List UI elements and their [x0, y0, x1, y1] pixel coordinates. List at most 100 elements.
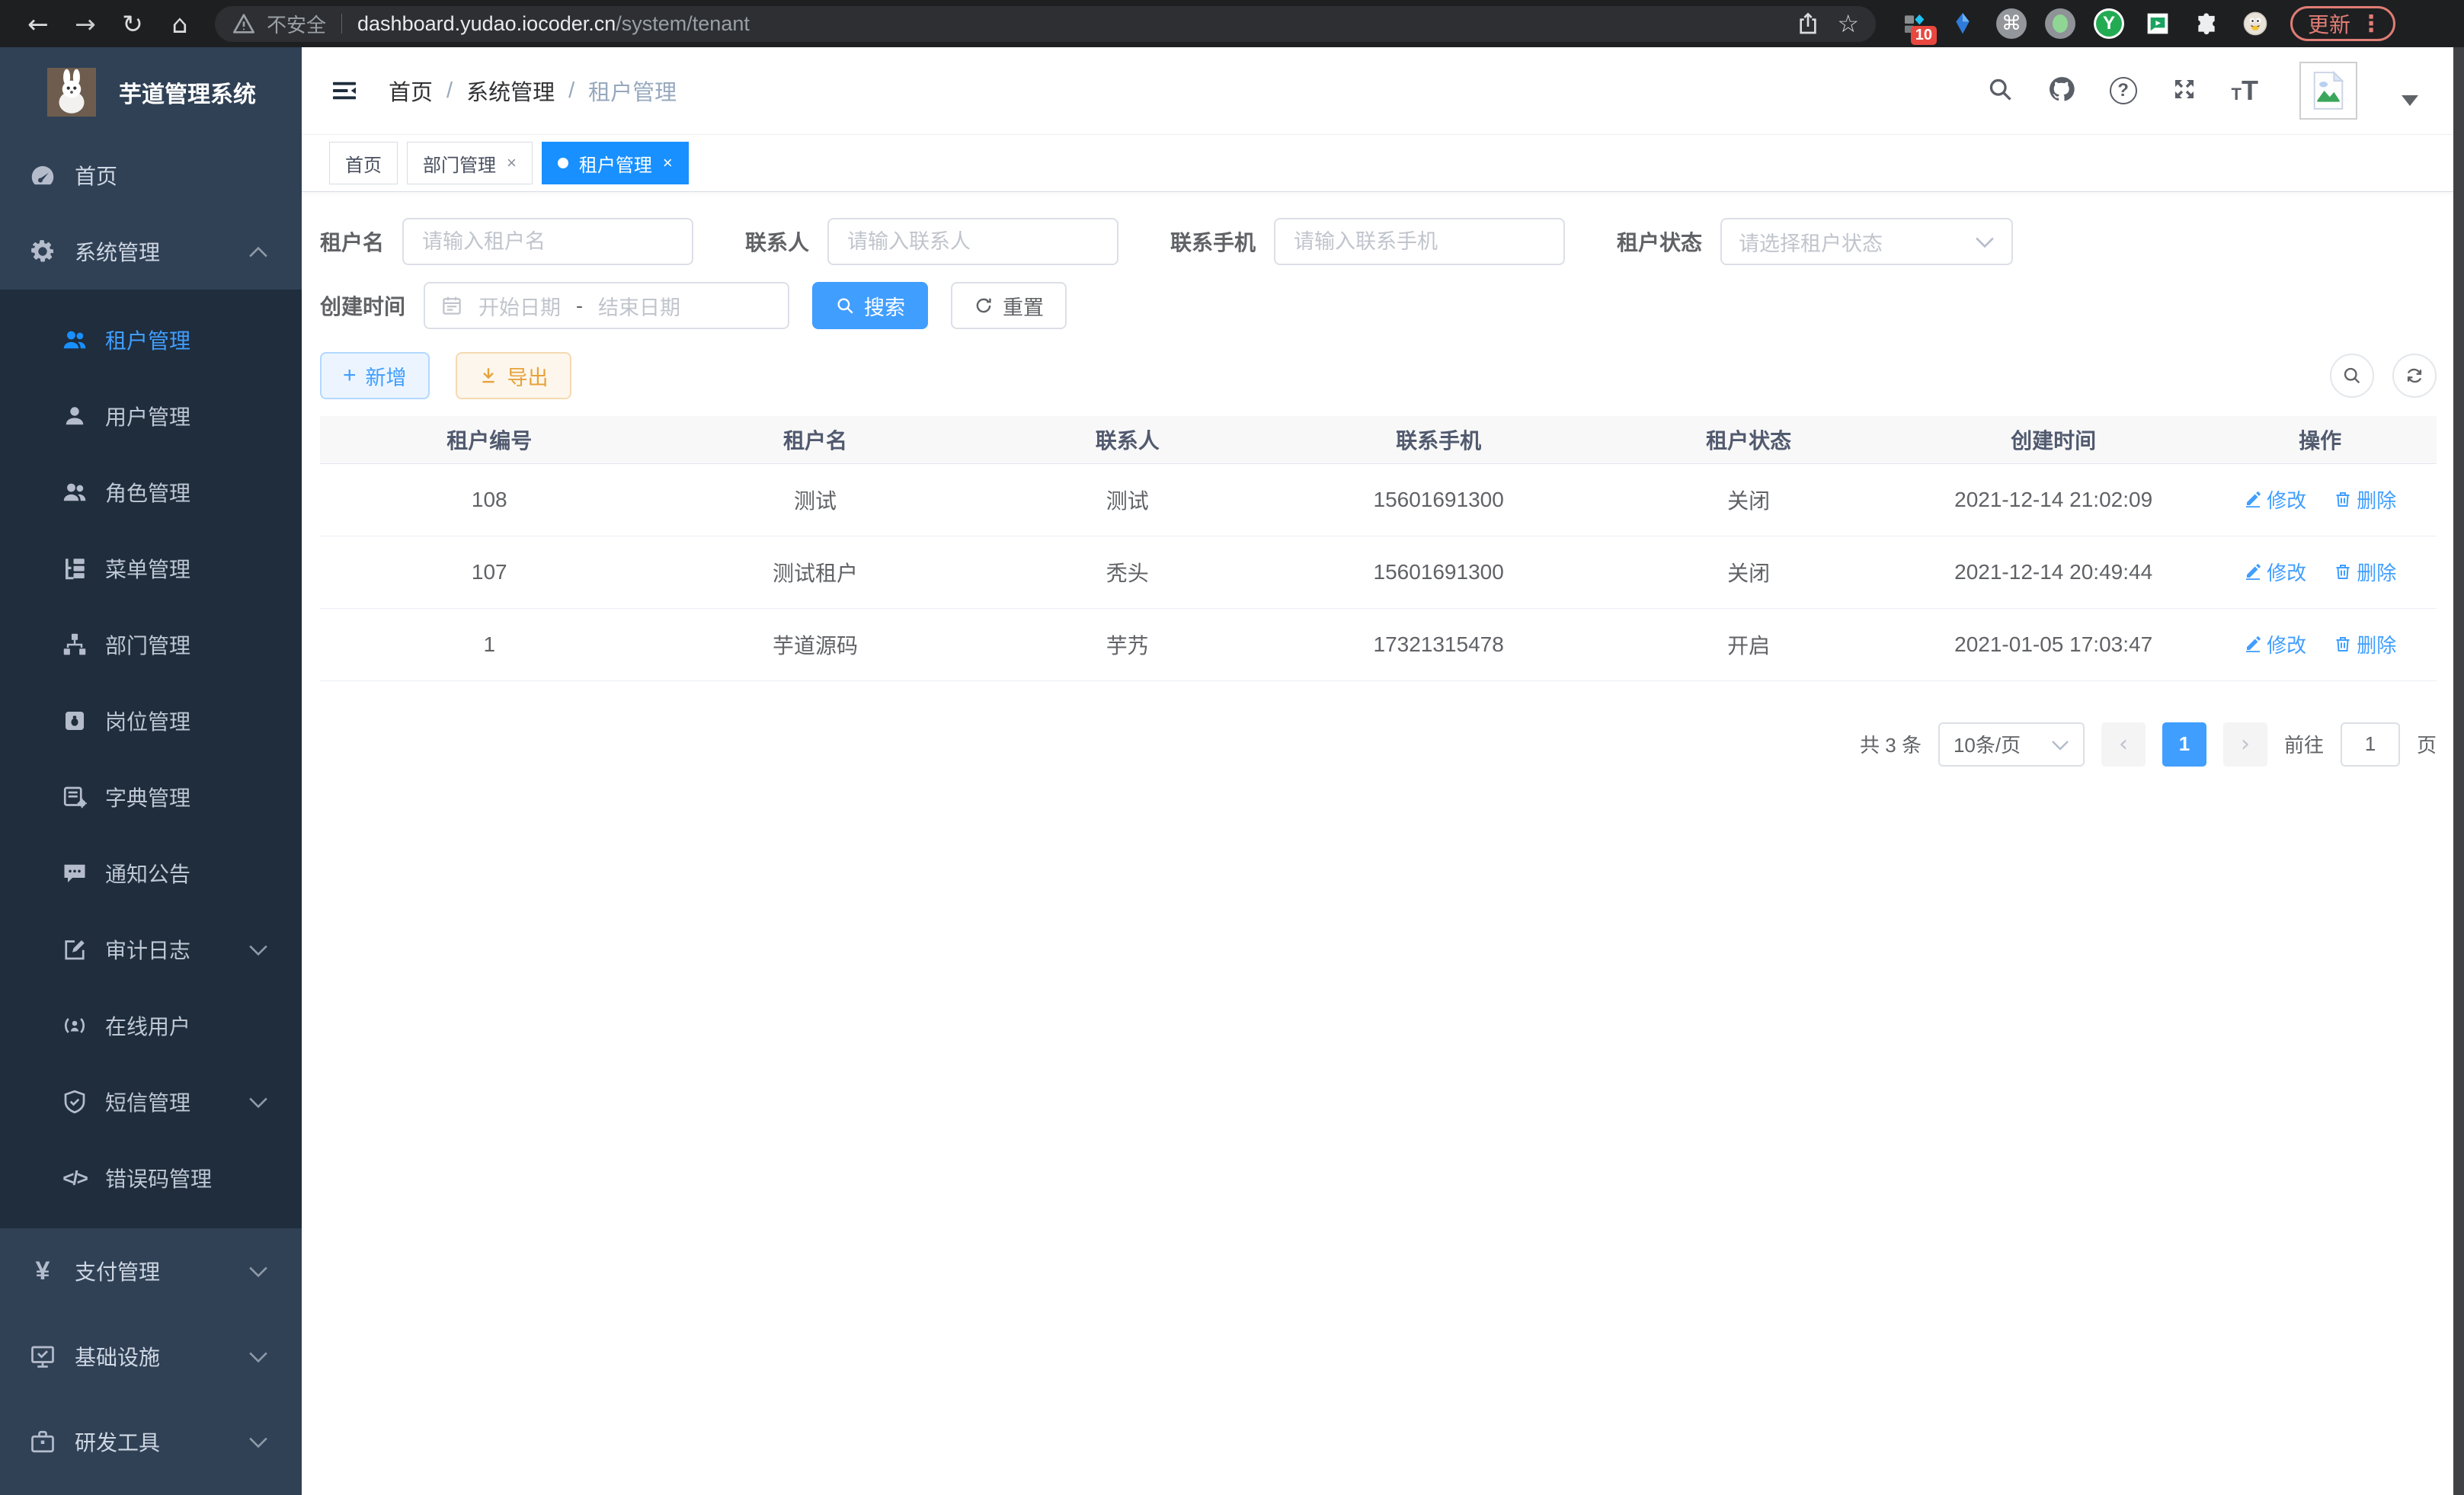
show-search-toggle-button[interactable]: [2330, 354, 2374, 398]
sidebar-item-system[interactable]: 系统管理: [0, 213, 302, 290]
people-icon: [59, 479, 90, 506]
table-toolbar: + 新增 导出: [320, 352, 2437, 399]
kite-extension-icon[interactable]: [1946, 7, 1979, 40]
dictionary-icon: [59, 783, 90, 811]
search-icon: [835, 296, 855, 315]
tenant-name-input[interactable]: [402, 218, 693, 265]
app-logo-block[interactable]: 芋道管理系统: [0, 47, 302, 137]
y-extension-icon[interactable]: Y: [2092, 7, 2126, 40]
recorder-extension-icon[interactable]: [2043, 7, 2077, 40]
tag-dept[interactable]: 部门管理×: [407, 142, 533, 184]
delete-link[interactable]: 删除: [2334, 485, 2396, 514]
sidebar-item-pay[interactable]: ¥ 支付管理: [0, 1228, 302, 1314]
status-label: 租户状态: [1617, 226, 1702, 257]
share-icon[interactable]: [1796, 11, 1820, 36]
online-signal-icon: [59, 1012, 90, 1039]
trash-icon: [2334, 635, 2352, 653]
chat-extension-icon[interactable]: [2141, 7, 2174, 40]
broken-image-icon: [2312, 71, 2345, 110]
github-icon[interactable]: [2047, 75, 2076, 107]
breadcrumb-home[interactable]: 首页: [389, 75, 433, 107]
sidebar-item-role[interactable]: 角色管理: [0, 454, 302, 530]
pagination: 共 3 条 10条/页 ‹ 1 › 前往 页: [320, 722, 2437, 767]
status-select[interactable]: 请选择租户状态: [1720, 218, 2013, 265]
reset-button[interactable]: 重置: [951, 282, 1067, 329]
sidebar-item-sms[interactable]: 短信管理: [0, 1064, 302, 1140]
contact-input[interactable]: [827, 218, 1118, 265]
page-size-select[interactable]: 10条/页: [1938, 722, 2085, 767]
contact-label: 联系人: [745, 226, 809, 257]
sidebar-item-user[interactable]: 用户管理: [0, 378, 302, 454]
delete-link[interactable]: 删除: [2334, 630, 2396, 658]
chevron-down-icon: [248, 1259, 268, 1283]
breadcrumb-current: 租户管理: [588, 75, 677, 107]
window-right-scrollbar[interactable]: [2453, 47, 2464, 1495]
export-button[interactable]: 导出: [456, 352, 571, 399]
browser-home-button[interactable]: ⌂: [160, 4, 200, 43]
bookmark-star-icon[interactable]: ☆: [1837, 9, 1859, 38]
created-label: 创建时间: [320, 290, 405, 321]
delete-link[interactable]: 删除: [2334, 558, 2396, 586]
extension-grid-icon[interactable]: 10: [1897, 7, 1931, 40]
sidebar-item-post[interactable]: 岗位管理: [0, 683, 302, 759]
prev-page-button[interactable]: ‹: [2101, 722, 2146, 767]
security-label[interactable]: 不安全: [267, 10, 326, 38]
close-icon[interactable]: ×: [507, 153, 517, 173]
sidebar-item-menu[interactable]: 菜单管理: [0, 530, 302, 607]
sidebar-item-online-users[interactable]: 在线用户: [0, 988, 302, 1064]
table-row: 108 测试 测试 15601691300 关闭 2021-12-14 21:0…: [320, 463, 2437, 536]
sidebar-item-audit-log[interactable]: 审计日志: [0, 911, 302, 988]
browser-reload-button[interactable]: ↻: [113, 4, 152, 43]
monitor-icon: [27, 1343, 58, 1370]
next-page-button[interactable]: ›: [2223, 722, 2267, 767]
command-extension-icon[interactable]: ⌘: [1995, 7, 2028, 40]
search-button[interactable]: 搜索: [812, 282, 928, 329]
sidebar: 芋道管理系统 首页 系统管理 租户管理 用户管理: [0, 47, 302, 1495]
gear-icon: [27, 238, 58, 265]
add-button[interactable]: + 新增: [320, 352, 430, 399]
sidebar-item-infra[interactable]: 基础设施: [0, 1314, 302, 1399]
tag-home[interactable]: 首页: [329, 142, 398, 184]
phone-input[interactable]: [1274, 218, 1565, 265]
refresh-table-button[interactable]: [2392, 354, 2437, 398]
browser-forward-button[interactable]: →: [66, 4, 105, 43]
sidebar-item-dict[interactable]: 字典管理: [0, 759, 302, 835]
page-1-button[interactable]: 1: [2162, 722, 2206, 767]
col-phone: 联系手机: [1283, 416, 1594, 463]
sidebar-collapse-button[interactable]: [329, 77, 360, 104]
profile-avatar-icon[interactable]: [2238, 7, 2272, 40]
user-avatar[interactable]: [2299, 62, 2357, 120]
fullscreen-icon[interactable]: [2171, 75, 2198, 107]
header-search-icon[interactable]: [1986, 75, 2014, 107]
browser-update-button[interactable]: 更新 ⋮: [2290, 6, 2395, 41]
help-icon[interactable]: ?: [2110, 77, 2137, 104]
goto-page-input[interactable]: [2341, 722, 2400, 767]
breadcrumb-system[interactable]: 系统管理: [466, 75, 555, 107]
date-range-picker[interactable]: 开始日期 - 结束日期: [424, 282, 789, 329]
close-icon[interactable]: ×: [663, 153, 673, 173]
code-icon: </>: [59, 1167, 90, 1190]
col-status: 租户状态: [1594, 416, 1903, 463]
edit-link[interactable]: 修改: [2244, 630, 2306, 658]
edit-link[interactable]: 修改: [2244, 485, 2306, 514]
extensions-puzzle-icon[interactable]: [2190, 7, 2223, 40]
col-created: 创建时间: [1903, 416, 2203, 463]
sidebar-item-devtools[interactable]: 研发工具: [0, 1399, 302, 1484]
sidebar-item-tenant[interactable]: 租户管理: [0, 302, 302, 378]
sidebar-item-dept[interactable]: 部门管理: [0, 607, 302, 683]
url-text[interactable]: dashboard.yudao.iocoder.cn/system/tenant: [357, 12, 750, 36]
breadcrumb: 首页 / 系统管理 / 租户管理: [389, 75, 677, 107]
browser-back-button[interactable]: ←: [18, 4, 58, 43]
browser-menu-kebab-icon[interactable]: ⋮: [2360, 11, 2382, 37]
address-bar[interactable]: 不安全 dashboard.yudao.iocoder.cn/system/te…: [215, 6, 1876, 42]
org-chart-icon: [59, 631, 90, 658]
tag-tenant-active[interactable]: 租户管理×: [542, 142, 689, 184]
sidebar-item-error-code[interactable]: </> 错误码管理: [0, 1140, 302, 1216]
sidebar-item-notice[interactable]: 通知公告: [0, 835, 302, 911]
font-size-icon[interactable]: TT: [2232, 75, 2258, 107]
top-header: 首页 / 系统管理 / 租户管理 ? TT: [302, 47, 2464, 134]
sidebar-item-home[interactable]: 首页: [0, 137, 302, 213]
edit-link[interactable]: 修改: [2244, 558, 2306, 586]
yen-icon: ¥: [27, 1257, 58, 1286]
avatar-dropdown-caret[interactable]: [2402, 95, 2418, 106]
